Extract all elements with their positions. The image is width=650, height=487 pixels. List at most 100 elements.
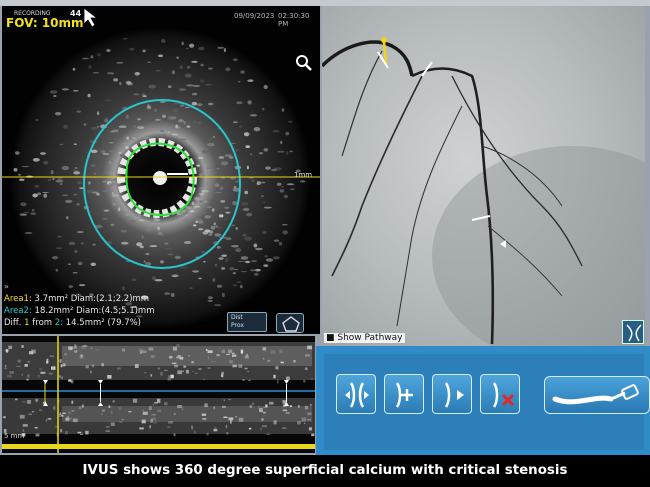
speckle-dot [285, 131, 290, 136]
speckle-dot [138, 219, 145, 222]
speckle-dot [214, 304, 222, 307]
speckle-dot [272, 256, 280, 260]
speckle-dot [134, 72, 140, 76]
proximal-marker-button[interactable] [432, 374, 472, 414]
longi-speckle-dot [151, 414, 156, 416]
speckle-dot [61, 88, 69, 91]
angiogram-pane[interactable]: ■ Show Pathway [322, 6, 645, 346]
speckle-dot [189, 222, 194, 225]
speckle-dot [49, 90, 58, 94]
speckle-dot [116, 61, 124, 64]
speckle-dot [156, 120, 160, 123]
speckle-dot [90, 262, 97, 266]
longi-speckle-dot [194, 430, 196, 434]
delete-marker-button[interactable] [480, 374, 520, 414]
longi-speckle-dot [262, 347, 267, 351]
diff-value: 14.5mm² (79.7%) [65, 318, 141, 328]
speckle-dot [55, 111, 62, 116]
longi-speckle-dot [310, 378, 313, 380]
speckle-dot [186, 84, 194, 87]
speckle-dot [184, 140, 187, 145]
speckle-dot [103, 209, 110, 212]
longi-speckle-dot [308, 427, 312, 431]
speckle-dot [208, 67, 213, 70]
speckle-dot [125, 80, 132, 85]
longi-speckle-dot [7, 374, 12, 378]
speckle-dot [242, 207, 250, 212]
catheter-pullback-button[interactable] [544, 376, 650, 414]
branch-vessel-3 [341, 50, 383, 157]
angio-view-icon[interactable] [622, 320, 644, 344]
speckle-dot [19, 213, 27, 216]
ivus-cross-section-pane[interactable]: RECORDING FOV: 10mm 44 09/09/2023 02:30:… [2, 6, 320, 334]
longi-speckle-dot [304, 405, 309, 410]
speckle-dot [219, 186, 224, 191]
scale-label: 1mm [294, 171, 313, 179]
speckle-dot [225, 67, 231, 72]
longi-speckle-dot [183, 365, 187, 368]
speckle-dot [231, 244, 239, 248]
longi-speckle-dot [85, 365, 89, 369]
longitudinal-view-pane[interactable]: 5 mm [2, 336, 315, 453]
dist-prox-button[interactable]: Dist Prox [227, 312, 267, 332]
longi-speckle-dot [142, 411, 148, 415]
longi-speckle-dot [118, 406, 122, 410]
speckle-dot [225, 211, 231, 214]
speckle-dot [164, 292, 171, 295]
speckle-dot [60, 183, 63, 185]
shape-tool-button[interactable] [276, 313, 304, 333]
longi-speckle-dot [260, 428, 262, 431]
longi-speckle-dot [45, 419, 48, 422]
longi-speckle-dot [60, 364, 63, 368]
speckle-dot [197, 121, 202, 124]
speckle-dot [191, 201, 195, 206]
add-marker-button[interactable] [384, 374, 424, 414]
speckle-dot [91, 126, 98, 131]
speckle-dot [34, 185, 39, 188]
longi-speckle-dot [282, 409, 288, 412]
longi-speckle-dot [228, 417, 234, 421]
speckle-dot [72, 67, 76, 71]
speckle-dot [251, 179, 255, 182]
speckle-dot [208, 234, 213, 236]
longi-speckle-dot [204, 403, 208, 408]
longi-speckle-dot [226, 353, 230, 355]
vessel-view-icon [626, 324, 642, 342]
speckle-dot [272, 130, 280, 133]
longi-speckle-dot [214, 427, 217, 430]
speckle-dot [37, 192, 41, 196]
speckle-dot [212, 136, 215, 138]
image-caption: IVUS shows 360 degree superficial calciu… [0, 455, 650, 487]
speckle-dot [176, 56, 180, 59]
longi-speckle-dot [202, 378, 205, 381]
longi-speckle-dot [47, 418, 52, 420]
proximal-marker-icon [444, 382, 464, 408]
diff-measurement: Diff. 1 from 2: 14.5mm² (79.7%) [4, 318, 141, 328]
longi-speckle-dot [168, 421, 174, 424]
zoom-icon[interactable] [295, 54, 313, 72]
show-pathway-checkbox[interactable]: ■ Show Pathway [324, 333, 405, 343]
speckle-dot [204, 215, 211, 219]
speckle-dot [167, 131, 170, 134]
collapse-chevron-icon[interactable]: » [4, 282, 9, 291]
longi-speckle-dot [91, 364, 95, 368]
longi-speckle-dot [211, 361, 216, 363]
speckle-dot [133, 93, 140, 96]
longi-speckle-dot [259, 407, 263, 412]
speckle-dot [286, 183, 295, 186]
speckle-dot [138, 213, 141, 218]
speckle-dot [238, 81, 241, 83]
longi-speckle-dot [229, 360, 233, 364]
speckle-dot [149, 245, 158, 247]
speckle-dot [136, 242, 143, 247]
dist-label: Dist [231, 314, 243, 321]
speckle-dot [218, 214, 224, 218]
longi-speckle-dot [309, 404, 312, 406]
speckle-dot [234, 268, 238, 271]
longi-speckle-dot [80, 433, 84, 435]
speckle-dot [121, 241, 129, 245]
distal-marker-button[interactable] [336, 374, 376, 414]
speckle-dot [96, 111, 100, 116]
longi-speckle-dot [249, 404, 253, 409]
longi-speckle-dot [185, 369, 189, 374]
